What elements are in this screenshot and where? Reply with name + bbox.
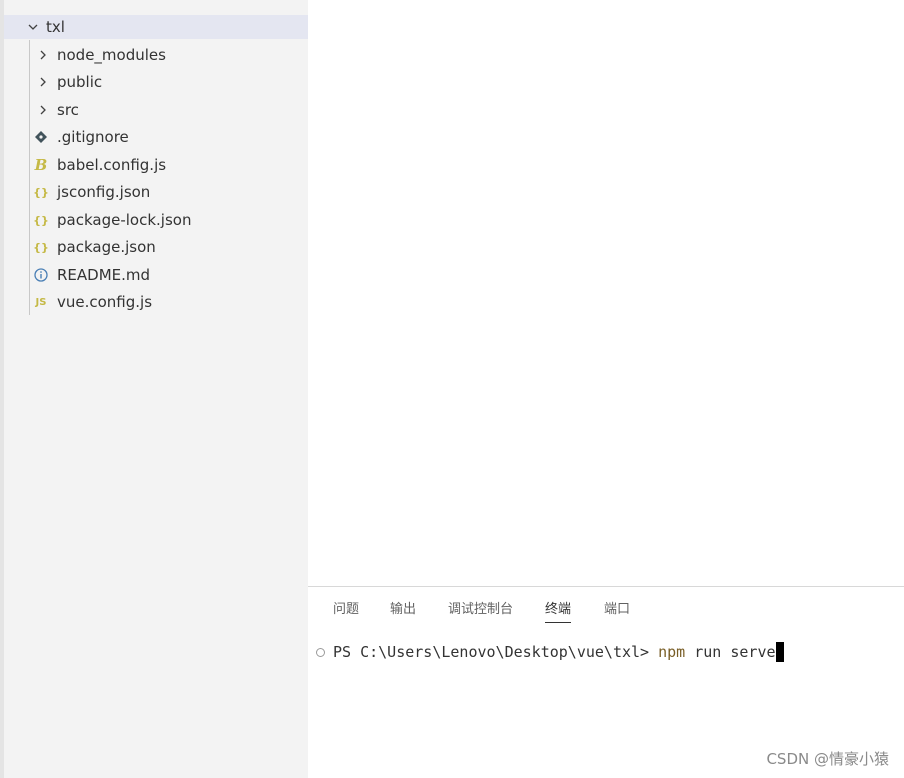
command-status-dot-icon — [316, 647, 325, 657]
tree-file-gitignore[interactable]: .gitignore — [4, 125, 308, 149]
tree-folder-public[interactable]: public — [4, 70, 308, 94]
tree-file-package-json[interactable]: {} package.json — [4, 235, 308, 259]
tab-problems[interactable]: 问题 — [333, 601, 359, 623]
tree-file-package-lock[interactable]: {} package-lock.json — [4, 208, 308, 232]
tree-file-babel-config[interactable]: B babel.config.js — [4, 153, 308, 177]
tab-debug-console[interactable]: 调试控制台 — [448, 601, 513, 623]
terminal-line[interactable]: PS C:\Users\Lenovo\Desktop\vue\txl> npm … — [316, 640, 784, 664]
terminal-cursor — [775, 642, 784, 662]
tree-file-readme[interactable]: README.md — [4, 263, 308, 287]
tree-file-label: .gitignore — [57, 128, 129, 146]
watermark: CSDN @情豪小猿 — [766, 750, 889, 768]
tree-file-vue-config[interactable]: JS vue.config.js — [4, 290, 308, 314]
tree-file-label: babel.config.js — [57, 156, 167, 174]
chevron-down-icon — [27, 21, 39, 33]
tree-file-label: README.md — [57, 266, 151, 284]
json-braces-icon: {} — [33, 185, 49, 199]
explorer-sidebar: txl node_modules public src .gitignore B… — [4, 0, 308, 778]
tree-file-label: jsconfig.json — [57, 183, 151, 201]
chevron-right-icon — [37, 104, 49, 116]
terminal-args: run serve — [685, 643, 776, 661]
babel-icon: B — [34, 156, 48, 174]
tree-file-jsconfig[interactable]: {} jsconfig.json — [4, 180, 308, 204]
tree-file-label: package.json — [57, 238, 156, 256]
chevron-right-icon — [37, 49, 49, 61]
tree-folder-node-modules[interactable]: node_modules — [4, 43, 308, 67]
tree-file-label: package-lock.json — [57, 211, 192, 229]
tree-folder-txl[interactable]: txl — [4, 15, 308, 39]
js-icon: JS — [35, 296, 47, 308]
terminal-prompt: PS C:\Users\Lenovo\Desktop\vue\txl> — [333, 643, 659, 661]
tree-file-label: vue.config.js — [57, 293, 153, 311]
tab-ports[interactable]: 端口 — [604, 601, 630, 623]
info-icon — [33, 267, 49, 283]
tree-folder-label: public — [57, 73, 103, 91]
terminal-command: npm — [658, 643, 686, 661]
git-icon — [33, 129, 49, 145]
tree-folder-src[interactable]: src — [4, 98, 308, 122]
json-braces-icon: {} — [33, 213, 49, 227]
tab-output[interactable]: 输出 — [390, 601, 416, 623]
json-braces-icon: {} — [33, 240, 49, 254]
tree-folder-label: node_modules — [57, 46, 166, 64]
tab-terminal[interactable]: 终端 — [545, 601, 572, 623]
tree-folder-label: src — [57, 101, 79, 119]
tree-folder-label: txl — [46, 18, 65, 36]
editor-area[interactable] — [308, 0, 904, 586]
chevron-right-icon — [37, 76, 49, 88]
